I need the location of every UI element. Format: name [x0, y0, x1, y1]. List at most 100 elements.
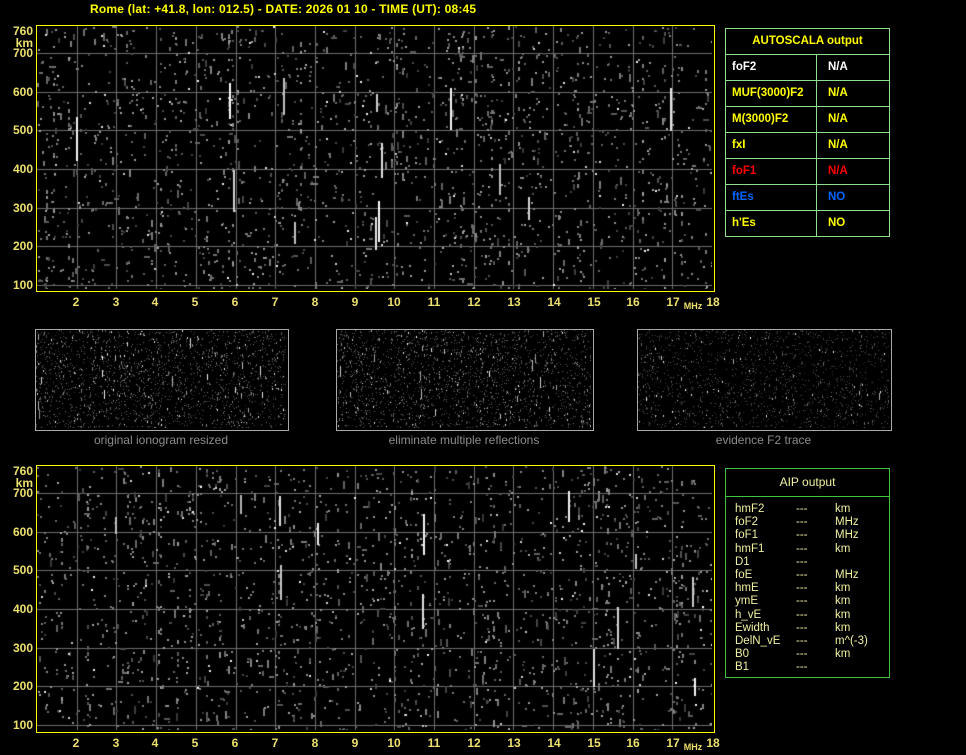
x-axis-unit-label: MHz: [680, 301, 706, 311]
autoscala-parameter-label: MUF(3000)F2: [726, 81, 817, 106]
aip-parameter-unit: MHz: [835, 529, 859, 542]
top-ionogram-canvas: [37, 26, 712, 289]
aip-parameter-label: foF2: [735, 516, 796, 529]
y-axis-tick-label: 100: [3, 719, 33, 731]
aip-table-rows: hmF2---kmfoF2---MHzfoF1---MHzhmF1---kmD1…: [726, 497, 889, 674]
aip-parameter-unit: km: [835, 543, 850, 556]
aip-parameter-label: hmE: [735, 582, 796, 595]
aip-parameter-label: hmF1: [735, 543, 796, 556]
autoscala-parameter-label: M(3000)F2: [726, 107, 817, 132]
y-axis-tick-label: 200: [3, 680, 33, 692]
aip-parameter-row: h_vE---km: [735, 609, 889, 622]
autoscala-window: Rome (lat: +41.8, lon: 012.5) - DATE: 20…: [0, 0, 966, 755]
y-axis-tick-label: 400: [3, 163, 33, 175]
autoscala-parameter-row: MUF(3000)F2N/A: [726, 81, 889, 107]
aip-parameter-label: D1: [735, 556, 796, 569]
x-axis-tick-label: 12: [459, 737, 489, 749]
aip-parameter-row: ymE---km: [735, 595, 889, 608]
x-axis-tick-label: 15: [579, 737, 609, 749]
x-axis-tick-label: 2: [61, 737, 91, 749]
y-axis-tick-label: 500: [3, 564, 33, 576]
aip-parameter-value: ---: [796, 661, 835, 674]
panel-evidence-f2: [637, 329, 892, 431]
autoscala-parameter-row: foF1N/A: [726, 159, 889, 185]
aip-parameter-unit: km: [835, 622, 850, 635]
aip-parameter-value: ---: [796, 635, 835, 648]
autoscala-parameter-row: M(3000)F2N/A: [726, 107, 889, 133]
aip-parameter-unit: km: [835, 503, 850, 516]
aip-parameter-value: ---: [796, 516, 835, 529]
aip-parameter-value: ---: [796, 609, 835, 622]
x-axis-tick-label: 10: [379, 296, 409, 308]
y-axis-tick-label: 100: [3, 279, 33, 291]
aip-parameter-value: ---: [796, 543, 835, 556]
panel-evidence-canvas: [638, 330, 889, 428]
aip-parameter-row: foF2---MHz: [735, 516, 889, 529]
panel-caption-eliminate: eliminate multiple reflections: [336, 434, 592, 447]
panel-caption-original: original ionogram resized: [35, 434, 287, 447]
x-axis-tick-label: 10: [379, 737, 409, 749]
aip-parameter-unit: km: [835, 648, 850, 661]
aip-parameter-label: h_vE: [735, 609, 796, 622]
x-axis-tick-label: 13: [499, 737, 529, 749]
aip-parameter-unit: km: [835, 609, 850, 622]
bottom-ionogram-plot: [36, 465, 715, 733]
aip-table-header: AIP output: [726, 469, 889, 497]
aip-parameter-row: B1---: [735, 661, 889, 674]
aip-parameter-value: ---: [796, 556, 835, 569]
aip-parameter-value: ---: [796, 622, 835, 635]
panel-original-canvas: [36, 330, 286, 428]
aip-parameter-row: DelN_vE---m^(-3): [735, 635, 889, 648]
autoscala-table-header: AUTOSCALA output: [726, 29, 889, 55]
aip-output-table: AIP output hmF2---kmfoF2---MHzfoF1---MHz…: [725, 468, 890, 678]
x-axis-tick-label: 14: [539, 296, 569, 308]
autoscala-parameter-label: foF1: [726, 159, 817, 184]
x-axis-tick-label: 3: [101, 296, 131, 308]
aip-parameter-value: ---: [796, 582, 835, 595]
aip-parameter-value: ---: [796, 648, 835, 661]
y-axis-tick-label: 400: [3, 603, 33, 615]
y-axis-tick-label: 700: [3, 487, 33, 499]
x-axis-tick-label: 7: [260, 296, 290, 308]
autoscala-parameter-value: N/A: [817, 81, 889, 106]
x-axis-tick-label: 4: [140, 737, 170, 749]
autoscala-parameter-label: foF2: [726, 55, 817, 80]
autoscala-parameter-value: NO: [817, 185, 889, 210]
aip-parameter-label: foE: [735, 569, 796, 582]
autoscala-output-table: AUTOSCALA output foF2N/AMUF(3000)F2N/AM(…: [725, 28, 890, 237]
x-axis-tick-label: 11: [419, 737, 449, 749]
autoscala-parameter-label: fxI: [726, 133, 817, 158]
y-axis-tick-label: 600: [3, 86, 33, 98]
autoscala-parameter-row: ftEsNO: [726, 185, 889, 211]
x-axis-tick-label: 4: [140, 296, 170, 308]
aip-parameter-row: B0---km: [735, 648, 889, 661]
x-axis-tick-label: 9: [340, 296, 370, 308]
aip-parameter-label: foF1: [735, 529, 796, 542]
bottom-ionogram-canvas: [37, 466, 712, 730]
aip-parameter-unit: km: [835, 595, 850, 608]
aip-parameter-row: foF1---MHz: [735, 529, 889, 542]
aip-parameter-row: D1---: [735, 556, 889, 569]
y-axis-tick-label: 300: [3, 202, 33, 214]
aip-parameter-label: B0: [735, 648, 796, 661]
x-axis-unit-label: MHz: [680, 742, 706, 752]
aip-parameter-value: ---: [796, 503, 835, 516]
autoscala-table-rows: foF2N/AMUF(3000)F2N/AM(3000)F2N/AfxIN/Af…: [726, 55, 889, 236]
panel-eliminate-reflections: [336, 329, 594, 431]
x-axis-tick-label: 3: [101, 737, 131, 749]
panel-caption-evidence: evidence F2 trace: [637, 434, 890, 447]
x-axis-tick-label: 15: [579, 296, 609, 308]
aip-parameter-label: B1: [735, 661, 796, 674]
x-axis-tick-label: 5: [180, 296, 210, 308]
aip-parameter-unit: m^(-3): [835, 635, 868, 648]
autoscala-parameter-value: N/A: [817, 159, 889, 184]
y-axis-tick-label: 600: [3, 526, 33, 538]
x-axis-tick-label: 8: [300, 296, 330, 308]
aip-parameter-label: Ewidth: [735, 622, 796, 635]
aip-parameter-label: hmF2: [735, 503, 796, 516]
y-axis-tick-label: 300: [3, 642, 33, 654]
top-ionogram-plot: [36, 25, 715, 292]
y-axis-tick-label: 700: [3, 47, 33, 59]
autoscala-parameter-row: foF2N/A: [726, 55, 889, 81]
aip-parameter-row: Ewidth---km: [735, 622, 889, 635]
